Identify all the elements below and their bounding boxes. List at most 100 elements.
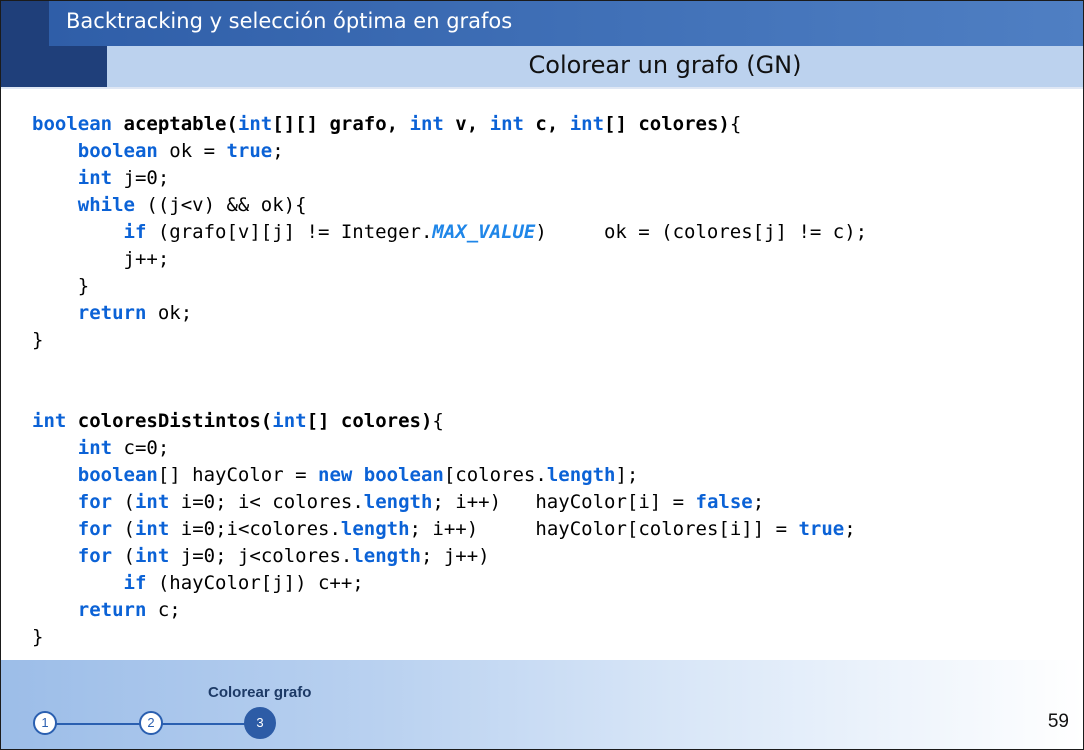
code-text: j=0; j<colores. — [169, 545, 353, 567]
nav-step-3[interactable]: 3 — [244, 707, 276, 739]
code-text: ; — [844, 518, 856, 540]
code-text: ) ok = (colores[j] != c); — [535, 221, 868, 243]
code-text: [] colores) — [604, 113, 730, 135]
code-text: ((j<v) && ok){ — [134, 194, 307, 216]
page-number: 59 — [1047, 711, 1069, 732]
code-text: } — [32, 329, 44, 351]
code-text: [][] grafo, — [272, 113, 410, 135]
subheader-accent — [49, 46, 107, 87]
code-line: } — [32, 273, 1072, 300]
code-keyword: length — [363, 491, 433, 513]
code-text: ; i++) hayColor[i] = — [432, 491, 696, 513]
code-keyword: int — [237, 113, 273, 135]
nav-step-2[interactable]: 2 — [139, 711, 163, 735]
code-line: for (int j=0; j<colores.length; j++) — [32, 543, 1072, 570]
code-line: } — [32, 327, 1072, 354]
code-gap — [32, 381, 1072, 408]
code-keyword: length — [352, 545, 421, 567]
code-keyword: if — [123, 572, 147, 594]
code-block: boolean aceptable(int[][] grafo, int v, … — [32, 111, 1072, 651]
code-keyword: for — [77, 545, 113, 567]
code-text: i=0; i< colores. — [169, 491, 364, 513]
code-text: c; — [146, 599, 181, 621]
code-keyword: boolean — [77, 140, 158, 162]
code-aceptable: boolean aceptable(int[][] grafo, int v, … — [32, 111, 1072, 354]
code-text: } — [32, 626, 44, 648]
code-line: boolean aceptable(int[][] grafo, int v, … — [32, 111, 1072, 138]
code-line: if (hayColor[j]) c++; — [32, 570, 1072, 597]
code-keyword: int — [489, 113, 524, 135]
code-line: for (int i=0; i< colores.length; i++) ha… — [32, 489, 1072, 516]
slide: Backtracking y selección óptima en grafo… — [0, 0, 1084, 750]
code-keyword: while — [77, 194, 135, 216]
header-divider — [1, 87, 1083, 89]
code-text: coloresDistintos( — [77, 410, 273, 432]
code-keyword: int — [272, 410, 307, 432]
nav-connector — [159, 723, 249, 725]
code-text: (hayColor[j]) c++; — [146, 572, 364, 594]
code-keyword: if — [123, 221, 147, 243]
code-line: for (int i=0;i<colores.length; i++) hayC… — [32, 516, 1072, 543]
code-line: boolean[] hayColor = new boolean[colores… — [32, 462, 1072, 489]
code-text: ( — [112, 545, 135, 567]
code-keyword: int — [134, 545, 170, 567]
code-keyword: int — [134, 518, 170, 540]
code-text: v, — [443, 113, 490, 135]
code-text: ok = — [157, 140, 227, 162]
footer: Colorear grafo 1 2 3 59 — [1, 660, 1083, 749]
header-title: Backtracking y selección óptima en grafo… — [66, 9, 513, 33]
code-line: int j=0; — [32, 165, 1072, 192]
code-text: } — [32, 275, 90, 297]
header-left-bar — [1, 1, 49, 87]
code-text: ; — [752, 491, 765, 513]
nav-section-label: Colorear grafo — [208, 684, 312, 701]
code-keyword: int — [134, 491, 170, 513]
code-text: ( — [112, 491, 135, 513]
code-keyword: length — [546, 464, 616, 486]
code-keyword: return — [77, 599, 147, 621]
code-text: ; i++) hayColor[colores[i]] = — [409, 518, 799, 540]
code-line: int coloresDistintos(int[] colores){ — [32, 408, 1072, 435]
code-text: [] hayColor = — [157, 464, 318, 486]
slide-subtitle: Colorear un grafo (GN) — [528, 51, 802, 79]
subheader-bar: Colorear un grafo (GN) — [107, 46, 1083, 87]
code-line: j++; — [32, 246, 1072, 273]
code-text: { — [432, 410, 444, 432]
code-keyword: for — [77, 518, 113, 540]
code-gap — [32, 354, 1072, 381]
code-line: while ((j<v) && ok){ — [32, 192, 1072, 219]
code-keyword: for — [77, 491, 113, 513]
code-text: j++; — [32, 248, 170, 270]
code-text: c, — [523, 113, 570, 135]
code-line: return c; — [32, 597, 1072, 624]
code-keyword: int — [409, 113, 444, 135]
code-keyword: boolean — [363, 464, 444, 486]
code-line: return ok; — [32, 300, 1072, 327]
code-text: ; j++) — [420, 545, 490, 567]
code-keyword: false — [695, 491, 753, 513]
code-line: int c=0; — [32, 435, 1072, 462]
code-text: c=0; — [112, 437, 170, 459]
code-colores-distintos: int coloresDistintos(int[] colores){ int… — [32, 408, 1072, 651]
nav-connector — [45, 723, 145, 725]
code-text: aceptable( — [123, 113, 238, 135]
code-keyword: int — [77, 437, 113, 459]
code-keyword: boolean — [77, 464, 158, 486]
nav-step-1[interactable]: 1 — [33, 711, 57, 735]
code-line: boolean ok = true; — [32, 138, 1072, 165]
code-keyword: true — [798, 518, 845, 540]
code-keyword: return — [77, 302, 147, 324]
code-text: ok; — [146, 302, 193, 324]
